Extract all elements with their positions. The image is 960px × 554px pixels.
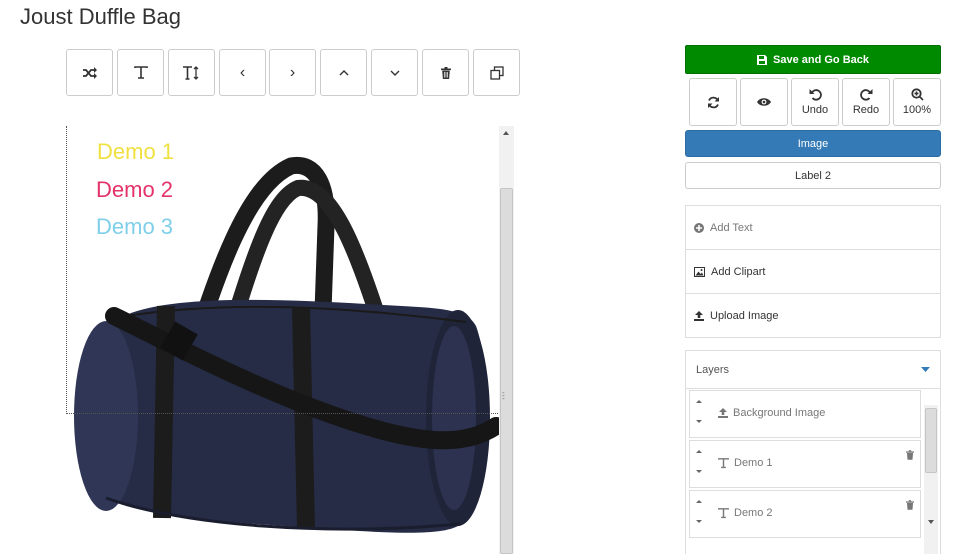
add-text-label: Add Text: [710, 221, 753, 234]
layer-name: Background Image: [733, 407, 826, 419]
picture-icon: [694, 266, 705, 277]
text-height-icon: [182, 65, 198, 80]
scrollbar-thumb[interactable]: [925, 408, 937, 473]
shuffle-button[interactable]: [66, 49, 113, 96]
design-canvas[interactable]: Demo 1 Demo 2 Demo 3: [66, 126, 500, 554]
preview-button[interactable]: [740, 78, 788, 126]
save-and-go-back-button[interactable]: Save and Go Back: [685, 45, 941, 74]
upload-image-button[interactable]: Upload Image: [686, 294, 940, 338]
layer-name: Demo 1: [734, 457, 773, 469]
undo-label: Undo: [801, 104, 829, 116]
move-right-button[interactable]: ›: [269, 49, 316, 96]
scroll-up-arrow-icon[interactable]: [503, 131, 509, 135]
save-label: Save and Go Back: [773, 53, 869, 66]
move-layer-up-icon[interactable]: [696, 400, 702, 403]
move-left-button[interactable]: ‹: [219, 49, 266, 96]
undo-button[interactable]: Undo: [791, 78, 839, 126]
tab-image[interactable]: Image: [685, 130, 941, 157]
save-icon: [757, 54, 767, 65]
upload-icon: [694, 311, 704, 321]
shuffle-icon: [82, 66, 97, 79]
reset-button[interactable]: [689, 78, 737, 126]
chevron-left-icon: ‹: [239, 63, 246, 81]
text-icon: [718, 457, 729, 468]
duplicate-icon: [489, 65, 504, 80]
undo-icon: [809, 89, 822, 101]
trash-icon[interactable]: [906, 450, 914, 460]
duplicate-button[interactable]: [473, 49, 520, 96]
move-layer-down-icon[interactable]: [696, 420, 702, 423]
add-text-tool-button[interactable]: [117, 49, 164, 96]
redo-icon: [859, 89, 872, 101]
text-height-button[interactable]: [168, 49, 215, 96]
layers-panel: Layers Background Image Demo 1 Demo 2: [685, 350, 941, 554]
trash-icon: [440, 66, 451, 79]
refresh-icon: [707, 96, 719, 108]
text-icon: [718, 507, 729, 518]
tab-label-2[interactable]: Label 2: [685, 162, 941, 189]
scroll-down-arrow-icon[interactable]: [928, 520, 934, 524]
chevron-right-icon: ›: [289, 63, 296, 81]
grip-icon: ---: [502, 388, 505, 403]
trash-icon[interactable]: [906, 500, 914, 510]
eye-icon: [757, 98, 771, 106]
canvas-text-demo-1[interactable]: Demo 1: [97, 139, 174, 165]
layer-name: Demo 2: [734, 507, 773, 519]
canvas-scrollbar[interactable]: ---: [499, 126, 514, 554]
layer-item-background-image[interactable]: Background Image: [689, 390, 921, 438]
redo-label: Redo: [852, 104, 880, 116]
zoom-in-icon: [910, 88, 924, 101]
move-down-button[interactable]: [371, 49, 418, 96]
add-panel: Add Text Add Clipart Upload Image: [685, 205, 941, 338]
layer-order-controls[interactable]: [696, 400, 704, 423]
plus-circle-icon: [694, 222, 704, 233]
move-up-button[interactable]: [320, 49, 367, 96]
chevron-down-icon: [390, 70, 399, 76]
upload-icon: [718, 408, 728, 418]
delete-button[interactable]: [422, 49, 469, 96]
move-layer-up-icon[interactable]: [696, 450, 702, 453]
move-layer-down-icon[interactable]: [696, 520, 702, 523]
layers-scrollbar[interactable]: [924, 405, 938, 554]
chevron-up-icon: [339, 69, 348, 75]
print-area: [66, 126, 498, 414]
add-text-button[interactable]: Add Text: [686, 206, 940, 250]
canvas-text-demo-3[interactable]: Demo 3: [96, 214, 173, 240]
redo-button[interactable]: Redo: [842, 78, 890, 126]
move-layer-up-icon[interactable]: [696, 500, 702, 503]
layer-order-controls[interactable]: [696, 450, 704, 473]
zoom-level: 100%: [902, 104, 932, 116]
layers-header[interactable]: Layers: [686, 351, 940, 389]
canvas-text-demo-2[interactable]: Demo 2: [96, 177, 173, 203]
layer-item-demo-1[interactable]: Demo 1: [689, 440, 921, 488]
scrollbar-thumb[interactable]: [500, 188, 513, 554]
caret-down-icon[interactable]: [921, 367, 930, 372]
add-clipart-label: Add Clipart: [711, 265, 766, 278]
upload-image-label: Upload Image: [710, 310, 779, 322]
move-layer-down-icon[interactable]: [696, 470, 702, 473]
layers-title: Layers: [696, 363, 730, 376]
page-title: Joust Duffle Bag: [20, 4, 182, 29]
layer-order-controls[interactable]: [696, 500, 704, 523]
add-clipart-button[interactable]: Add Clipart: [686, 250, 940, 294]
text-icon: [133, 65, 148, 79]
layer-item-demo-2[interactable]: Demo 2: [689, 490, 921, 538]
zoom-button[interactable]: 100%: [893, 78, 941, 126]
